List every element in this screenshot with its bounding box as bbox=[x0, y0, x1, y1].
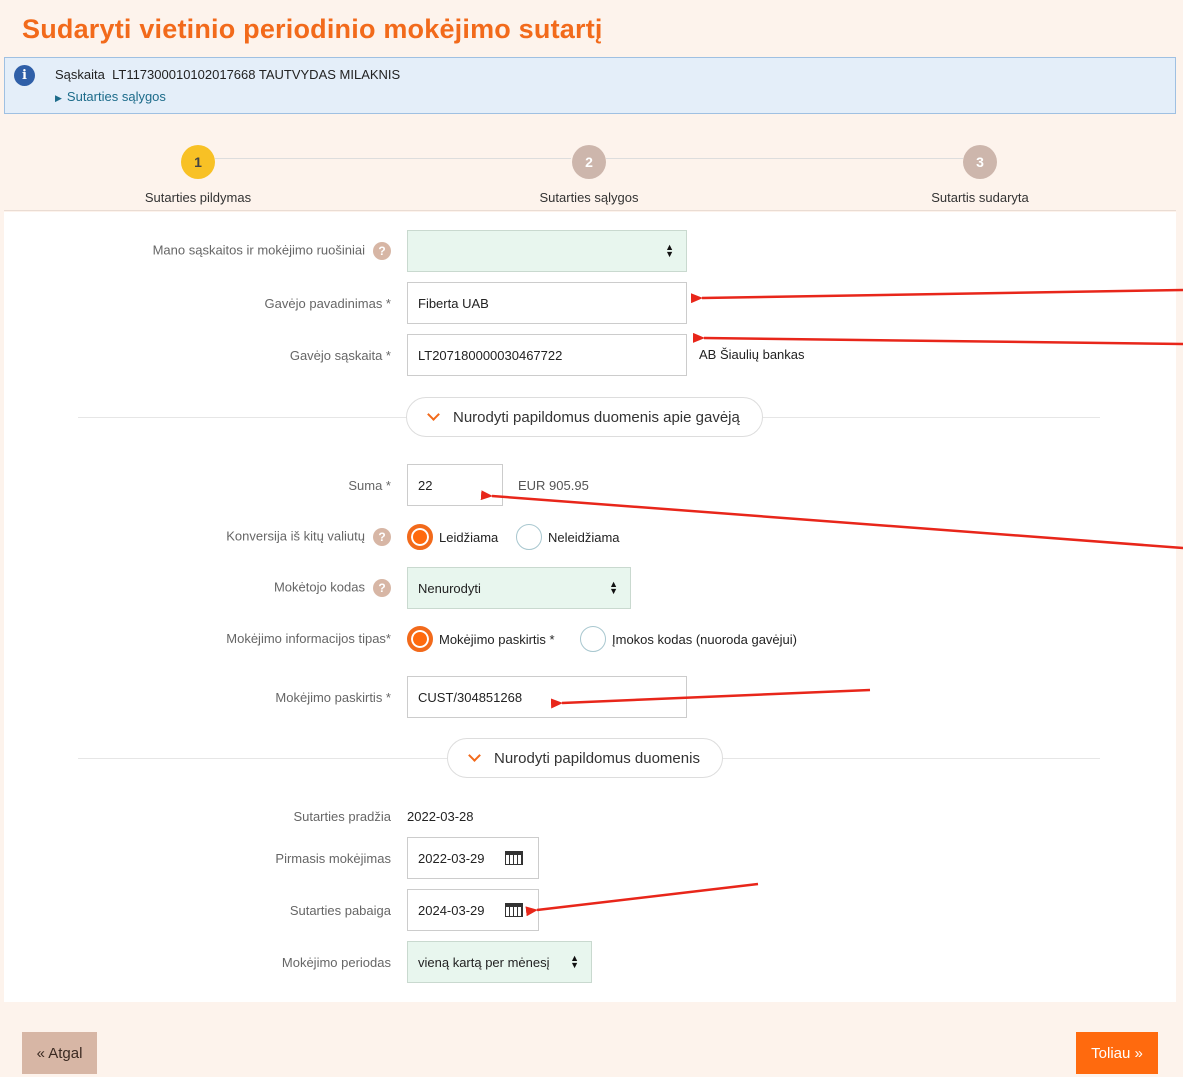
radio-empty-icon bbox=[580, 626, 606, 652]
conversion-denied-label: Neleidžiama bbox=[548, 529, 620, 545]
first-payment-label: Pirmasis mokėjimas bbox=[275, 851, 391, 866]
payee-account-label: Gavėjo sąskaita * bbox=[289, 348, 391, 363]
templates-select[interactable]: ▲ ▼ bbox=[407, 230, 687, 272]
step-3: 3 Sutartis sudaryta bbox=[880, 145, 1080, 205]
more-data-toggle[interactable]: Nurodyti papildomus duomenis bbox=[447, 738, 723, 778]
conversion-row-label: Konversija iš kitų valiutų? bbox=[226, 528, 391, 546]
templates-row-label: Mano sąskaitos ir mokėjimo ruošiniai? bbox=[153, 242, 391, 260]
terms-link[interactable]: ▶ Sutarties sąlygos bbox=[55, 89, 166, 104]
step-number: 1 bbox=[181, 145, 215, 179]
step-number: 3 bbox=[963, 145, 997, 179]
conversion-allowed-radio[interactable]: Leidžiama bbox=[407, 524, 498, 550]
back-button[interactable]: « Atgal bbox=[22, 1032, 97, 1074]
step-label: Sutartis sudaryta bbox=[931, 190, 1029, 205]
period-value: vieną kartą per mėnesį bbox=[418, 954, 550, 970]
end-date-value: 2024-03-29 bbox=[418, 902, 485, 918]
start-date-label: Sutarties pradžia bbox=[293, 809, 391, 824]
radio-empty-icon bbox=[516, 524, 542, 550]
first-payment-value: 2022-03-29 bbox=[418, 850, 485, 866]
account-value: LT117300010102017668 TAUTVYDAS MILAKNIS bbox=[112, 67, 401, 82]
step-2: 2 Sutarties sąlygos bbox=[489, 145, 689, 205]
amount-label: Suma * bbox=[348, 478, 391, 493]
calendar-icon[interactable] bbox=[504, 903, 523, 917]
payee-name-label: Gavėjo pavadinimas * bbox=[264, 296, 391, 311]
payee-more-toggle[interactable]: Nurodyti papildomus duomenis apie gavėją bbox=[406, 397, 763, 437]
first-payment-input[interactable]: 2022-03-29 bbox=[407, 837, 539, 879]
step-label: Sutarties pildymas bbox=[144, 190, 252, 205]
payee-more-toggle-label: Nurodyti papildomus duomenis apie gavėją bbox=[453, 408, 740, 426]
amount-value: 22 bbox=[418, 477, 433, 493]
help-icon[interactable]: ? bbox=[373, 242, 391, 260]
step-label: Sutarties sąlygos bbox=[539, 190, 639, 205]
next-button[interactable]: Toliau » bbox=[1076, 1032, 1158, 1074]
end-date-input[interactable]: 2024-03-29 bbox=[407, 889, 539, 931]
more-data-toggle-label: Nurodyti papildomus duomenis bbox=[494, 749, 700, 767]
step-indicator: 1 Sutarties pildymas 2 Sutarties sąlygos… bbox=[4, 115, 1176, 211]
radio-selected-icon bbox=[407, 626, 433, 652]
conversion-allowed-label: Leidžiama bbox=[439, 529, 499, 545]
conversion-denied-radio[interactable]: Neleidžiama bbox=[516, 524, 620, 550]
triangle-right-icon: ▶ bbox=[55, 93, 62, 103]
payer-code-select[interactable]: Nenurodyti ▲ ▼ bbox=[407, 567, 631, 609]
payer-code-label: Mokėtojo kodas bbox=[273, 579, 365, 595]
account-line: Sąskaita LT117300010102017668 TAUTVYDAS … bbox=[55, 67, 400, 82]
account-label: Sąskaita bbox=[55, 67, 105, 82]
purpose-input[interactable]: CUST/304851268 bbox=[407, 676, 687, 718]
help-icon[interactable]: ? bbox=[373, 579, 391, 597]
start-date-value: 2022-03-28 bbox=[407, 809, 474, 824]
templates-label: Mano sąskaitos ir mokėjimo ruošiniai bbox=[152, 242, 365, 258]
payee-account-input[interactable]: LT207180000030467722 bbox=[407, 334, 687, 376]
sort-arrows-icon: ▲ ▼ bbox=[570, 953, 579, 970]
end-date-label: Sutarties pabaiga bbox=[289, 903, 391, 918]
calendar-icon[interactable] bbox=[504, 851, 523, 865]
form-panel: Mano sąskaitos ir mokėjimo ruošiniai? ▲ ▼… bbox=[4, 212, 1176, 1002]
payer-code-value: Nenurodyti bbox=[418, 580, 481, 596]
payee-account-value: LT207180000030467722 bbox=[418, 347, 563, 363]
period-select[interactable]: vieną kartą per mėnesį ▲ ▼ bbox=[407, 941, 592, 983]
sort-arrows-icon: ▲ ▼ bbox=[609, 579, 618, 596]
conversion-label: Konversija iš kitų valiutų bbox=[226, 528, 365, 544]
payee-name-value: Fiberta UAB bbox=[418, 295, 489, 311]
terms-link-label: Sutarties sąlygos bbox=[66, 89, 166, 104]
info-type-purpose-radio[interactable]: Mokėjimo paskirtis * bbox=[407, 626, 555, 652]
amount-input[interactable]: 22 bbox=[407, 464, 503, 506]
sort-arrows-icon: ▲ ▼ bbox=[665, 242, 674, 259]
info-type-code-radio[interactable]: Įmokos kodas (nuoroda gavėjui) bbox=[580, 626, 797, 652]
step-1: 1 Sutarties pildymas bbox=[98, 145, 298, 205]
payer-code-row-label: Mokėtojo kodas? bbox=[274, 579, 391, 597]
info-type-purpose-label: Mokėjimo paskirtis * bbox=[439, 631, 555, 647]
info-type-code-label: Įmokos kodas (nuoroda gavėjui) bbox=[612, 631, 797, 647]
account-info-box: i Sąskaita LT117300010102017668 TAUTVYDA… bbox=[4, 57, 1176, 114]
help-icon[interactable]: ? bbox=[373, 528, 391, 546]
info-icon: i bbox=[14, 65, 35, 86]
step-number: 2 bbox=[572, 145, 606, 179]
page-title: Sudaryti vietinio periodinio mokėjimo su… bbox=[22, 14, 603, 44]
info-type-label: Mokėjimo informacijos tipas* bbox=[226, 631, 391, 646]
payee-bank-name: AB Šiaulių bankas bbox=[699, 347, 805, 362]
payee-name-input[interactable]: Fiberta UAB bbox=[407, 282, 687, 324]
purpose-label: Mokėjimo paskirtis * bbox=[275, 690, 391, 705]
available-balance: EUR 905.95 bbox=[518, 478, 589, 493]
chevron-down-icon bbox=[468, 749, 481, 762]
chevron-down-icon bbox=[427, 408, 440, 421]
period-label: Mokėjimo periodas bbox=[281, 955, 391, 970]
purpose-value: CUST/304851268 bbox=[418, 689, 523, 705]
radio-selected-icon bbox=[407, 524, 433, 550]
